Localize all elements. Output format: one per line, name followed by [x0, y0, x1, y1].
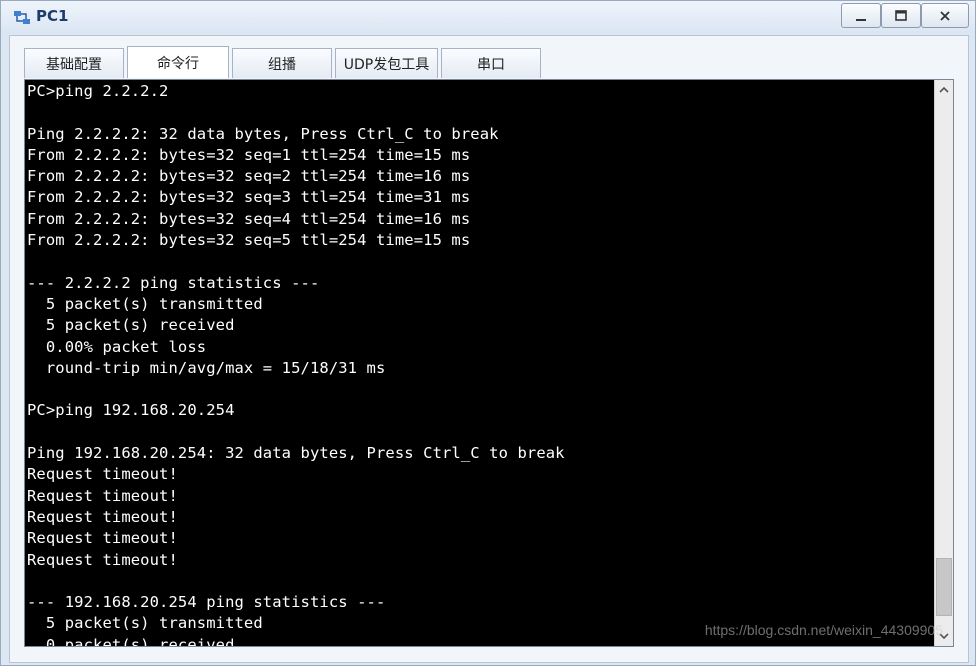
- minimize-button[interactable]: [841, 3, 881, 28]
- terminal-line: From 2.2.2.2: bytes=32 seq=5 ttl=254 tim…: [27, 231, 471, 250]
- terminal-line: PC>ping 192.168.20.254: [27, 401, 235, 420]
- terminal-line: 5 packet(s) transmitted: [27, 614, 263, 633]
- terminal-line: Request timeout!: [27, 550, 178, 569]
- tab-label: 组播: [268, 56, 296, 73]
- maximize-button[interactable]: [881, 3, 921, 28]
- tab-label: 基础配置: [46, 56, 102, 73]
- tab-label: 串口: [477, 56, 505, 73]
- tab-label: UDP发包工具: [343, 56, 430, 73]
- command-terminal[interactable]: PC>ping 2.2.2.2 Ping 2.2.2.2: 32 data byt…: [24, 79, 954, 647]
- terminal-line: --- 192.168.20.254 ping statistics ---: [27, 593, 386, 612]
- scrollbar-thumb[interactable]: [936, 558, 952, 616]
- close-button[interactable]: [921, 3, 969, 28]
- terminal-line: From 2.2.2.2: bytes=32 seq=1 ttl=254 tim…: [27, 145, 471, 164]
- window-content: 基础配置 命令行 组播 UDP发包工具 串口 PC>ping 2.2.2.2 Pi…: [9, 35, 969, 663]
- terminal-line: 5 packet(s) received: [27, 316, 235, 335]
- terminal-line: 0.00% packet loss: [27, 337, 207, 356]
- terminal-line: Ping 2.2.2.2: 32 data bytes, Press Ctrl_…: [27, 124, 499, 143]
- app-window: PC1 基础配置 命令行 组播 UDP发包工具 串口 PC>ping 2.2.2…: [0, 0, 976, 666]
- tab-command-line[interactable]: 命令行: [127, 46, 229, 78]
- terminal-line: 5 packet(s) transmitted: [27, 294, 263, 313]
- maximize-icon: [895, 9, 907, 22]
- tab-serial-port[interactable]: 串口: [441, 48, 541, 78]
- terminal-line: Request timeout!: [27, 529, 178, 548]
- watermark: https://blog.csdn.net/weixin_44309905: [704, 622, 943, 638]
- chevron-up-icon[interactable]: [935, 82, 953, 98]
- terminal-line: 0 packet(s) received: [27, 635, 235, 647]
- terminal-line: From 2.2.2.2: bytes=32 seq=2 ttl=254 tim…: [27, 167, 471, 186]
- minimize-icon: [855, 10, 867, 22]
- terminal-line: PC>ping 2.2.2.2: [27, 82, 169, 100]
- terminal-line: From 2.2.2.2: bytes=32 seq=4 ttl=254 tim…: [27, 209, 471, 228]
- title-bar[interactable]: PC1: [1, 1, 975, 33]
- terminal-line: Request timeout!: [27, 465, 178, 484]
- tab-bar: 基础配置 命令行 组播 UDP发包工具 串口: [24, 46, 544, 80]
- vertical-scrollbar[interactable]: [934, 80, 953, 646]
- tab-label: 命令行: [157, 55, 199, 72]
- tab-basic-config[interactable]: 基础配置: [24, 48, 124, 78]
- terminal-output: PC>ping 2.2.2.2 Ping 2.2.2.2: 32 data byt…: [27, 81, 565, 647]
- terminal-line: Request timeout!: [27, 486, 178, 505]
- terminal-line: From 2.2.2.2: bytes=32 seq=3 ttl=254 tim…: [27, 188, 471, 207]
- terminal-line: Request timeout!: [27, 507, 178, 526]
- terminal-line: Ping 192.168.20.254: 32 data bytes, Pres…: [27, 444, 565, 463]
- window-title: PC1: [36, 7, 69, 25]
- tab-udp-tool[interactable]: UDP发包工具: [335, 48, 438, 78]
- network-pc-icon: [13, 9, 31, 27]
- close-icon: [939, 10, 951, 22]
- terminal-line: --- 2.2.2.2 ping statistics ---: [27, 273, 320, 292]
- tab-multicast[interactable]: 组播: [232, 48, 332, 78]
- terminal-line: round-trip min/avg/max = 15/18/31 ms: [27, 358, 386, 377]
